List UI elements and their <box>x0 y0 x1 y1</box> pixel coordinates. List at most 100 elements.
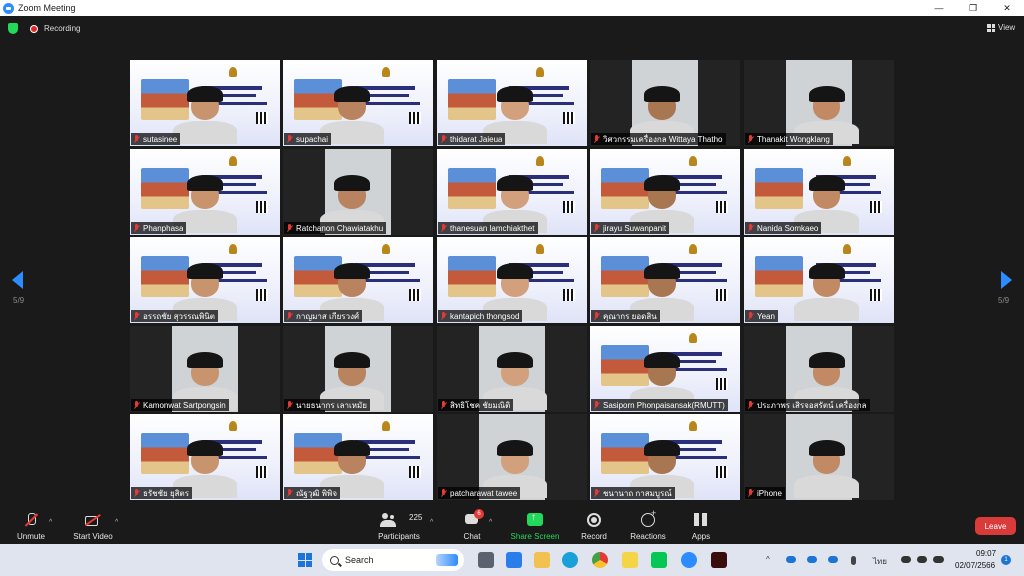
muted-mic-icon <box>133 400 140 410</box>
minimize-button[interactable]: — <box>922 0 956 16</box>
chat-button[interactable]: 6 Chat <box>457 505 487 544</box>
record-button[interactable]: Record <box>578 505 610 544</box>
recording-icon <box>30 25 38 33</box>
muted-mic-icon <box>440 134 447 144</box>
participant-tile[interactable]: jirayu Suwanpanit <box>590 149 740 235</box>
participant-nameplate: ธรัชชัย ยุสิตร <box>131 487 193 499</box>
muted-mic-icon <box>593 311 600 321</box>
close-button[interactable]: ✕ <box>990 0 1024 16</box>
participant-tile[interactable]: kantapich thongsod <box>437 237 587 323</box>
video-off-icon <box>85 513 101 527</box>
onedrive-icon[interactable] <box>786 556 796 563</box>
participant-tile[interactable]: Yean <box>744 237 894 323</box>
onedrive-icon-2[interactable] <box>807 556 817 563</box>
unmute-button[interactable]: Unmute <box>14 505 48 544</box>
audio-options-chevron-icon[interactable]: ^ <box>49 519 52 526</box>
meeting-toolbar: Unmute ^ Start Video ^ Participants 225 … <box>0 505 1024 544</box>
windows-start-icon[interactable] <box>298 553 312 567</box>
participant-tile[interactable]: ณัฐวุฒิ พิพิจ <box>283 414 433 500</box>
participant-tile[interactable]: นายธนากร เลาเหมัย <box>283 326 433 412</box>
app-l-icon[interactable] <box>506 552 522 568</box>
participant-nameplate: Kamonwat Sartpongsin <box>131 399 229 411</box>
zoom-taskbar-icon[interactable] <box>681 552 697 568</box>
participant-tile[interactable]: Nanida Somkaeo <box>744 149 894 235</box>
participant-tile[interactable]: กาญมาส เกียรวงศ์ <box>283 237 433 323</box>
participant-video-person <box>319 174 385 234</box>
muted-mic-icon <box>286 400 293 410</box>
notification-badge[interactable]: 1 <box>1001 555 1011 565</box>
search-icon <box>330 555 339 565</box>
microphone-tray-icon[interactable] <box>851 556 856 565</box>
participant-name: Phanphasa <box>143 223 184 233</box>
onedrive-icon-3[interactable] <box>828 556 838 563</box>
volume-icon[interactable] <box>917 556 927 563</box>
maximize-button[interactable]: ❐ <box>956 0 990 16</box>
clock-time[interactable]: 09:07 <box>976 549 996 558</box>
taskbar-search[interactable]: Search <box>322 549 464 571</box>
participant-name: นายธนากร เลาเหมัย <box>296 400 367 410</box>
muted-mic-icon <box>133 311 140 321</box>
security-shield-icon[interactable] <box>8 23 18 34</box>
participant-name: กาญมาส เกียรวงศ์ <box>296 311 360 321</box>
participant-tile[interactable]: Kamonwat Sartpongsin <box>130 326 280 412</box>
participant-tile[interactable]: Thanakit Wongklang <box>744 60 894 146</box>
file-explorer-icon[interactable] <box>534 552 550 568</box>
participant-tile[interactable]: Ratchanon Chawiatakhu <box>283 149 433 235</box>
muted-mic-icon <box>747 223 754 233</box>
previous-page-icon[interactable] <box>12 271 23 289</box>
participant-name: Nanida Somkaeo <box>757 223 819 233</box>
participant-nameplate: ชนานาถ กาสมบูรณ์ <box>591 487 675 499</box>
grid-view-icon[interactable] <box>987 24 995 32</box>
view-button[interactable]: View <box>998 23 1015 32</box>
tray-overflow-chevron-icon[interactable]: ^ <box>766 555 770 564</box>
participant-video-person <box>482 85 548 145</box>
participant-tile[interactable]: อรรถชัย สุวรรณพินิต <box>130 237 280 323</box>
participants-icon <box>380 513 396 527</box>
language-indicator[interactable]: ไทย <box>873 555 887 568</box>
battery-icon[interactable] <box>933 556 944 563</box>
participant-tile[interactable]: thanesuan lamchiakthet <box>437 149 587 235</box>
participant-tile[interactable]: supachai <box>283 60 433 146</box>
participant-tile[interactable]: Phanphasa <box>130 149 280 235</box>
participants-button[interactable]: Participants <box>374 505 424 544</box>
chrome-browser-icon[interactable] <box>592 552 608 568</box>
participant-tile[interactable]: sutasinee <box>130 60 280 146</box>
apps-button[interactable]: Apps <box>688 505 714 544</box>
leave-button[interactable]: Leave <box>975 517 1016 535</box>
participant-tile[interactable]: thidarat Jaieua <box>437 60 587 146</box>
window-title: Zoom Meeting <box>18 3 76 13</box>
video-options-chevron-icon[interactable]: ^ <box>115 519 118 526</box>
start-video-label: Start Video <box>73 532 113 541</box>
participant-tile[interactable]: ธรัชชัย ยุสิตร <box>130 414 280 500</box>
start-video-button[interactable]: Start Video <box>70 505 116 544</box>
apps-label: Apps <box>691 532 711 541</box>
participant-tile[interactable]: Sasiporn Phonpaisansak(RMUTT) <box>590 326 740 412</box>
line-app-icon[interactable] <box>651 552 667 568</box>
reactions-button[interactable]: Reactions <box>628 505 668 544</box>
share-screen-button[interactable]: Share Screen <box>509 505 561 544</box>
participant-tile[interactable]: วิศวกรรมเครื่องกล Wittaya Thatho <box>590 60 740 146</box>
participant-tile[interactable]: iPhone <box>744 414 894 500</box>
participant-nameplate: jirayu Suwanpanit <box>591 222 670 234</box>
wifi-icon[interactable] <box>901 556 911 563</box>
participant-tile[interactable]: คุณากร ยอดสิน <box>590 237 740 323</box>
sticky-notes-icon[interactable] <box>622 552 638 568</box>
participant-tile[interactable]: patcharawat tawee <box>437 414 587 500</box>
participant-name: ธรัชชัย ยุสิตร <box>143 488 190 498</box>
task-view-icon[interactable] <box>478 552 494 568</box>
participant-tile[interactable]: ชนานาถ กาสมบูรณ์ <box>590 414 740 500</box>
window-titlebar: Zoom Meeting — ❐ ✕ <box>0 0 1024 16</box>
muted-mic-icon <box>286 134 293 144</box>
illustrator-icon[interactable] <box>711 552 727 568</box>
muted-mic-icon <box>133 488 140 498</box>
chat-options-chevron-icon[interactable]: ^ <box>489 519 492 526</box>
edge-browser-icon[interactable] <box>562 552 578 568</box>
next-page-icon[interactable] <box>1001 271 1012 289</box>
participant-name: Thanakit Wongklang <box>757 134 830 144</box>
participant-tile[interactable]: ประภาพร เสิรจอสรัตน์ เครื่องกล <box>744 326 894 412</box>
participant-tile[interactable]: สิทธิโชค ชัยมณิติ <box>437 326 587 412</box>
participants-options-chevron-icon[interactable]: ^ <box>430 519 433 526</box>
participant-video-person <box>629 262 695 322</box>
clock-date[interactable]: 02/07/2566 <box>955 561 995 570</box>
muted-mic-icon <box>593 134 600 144</box>
